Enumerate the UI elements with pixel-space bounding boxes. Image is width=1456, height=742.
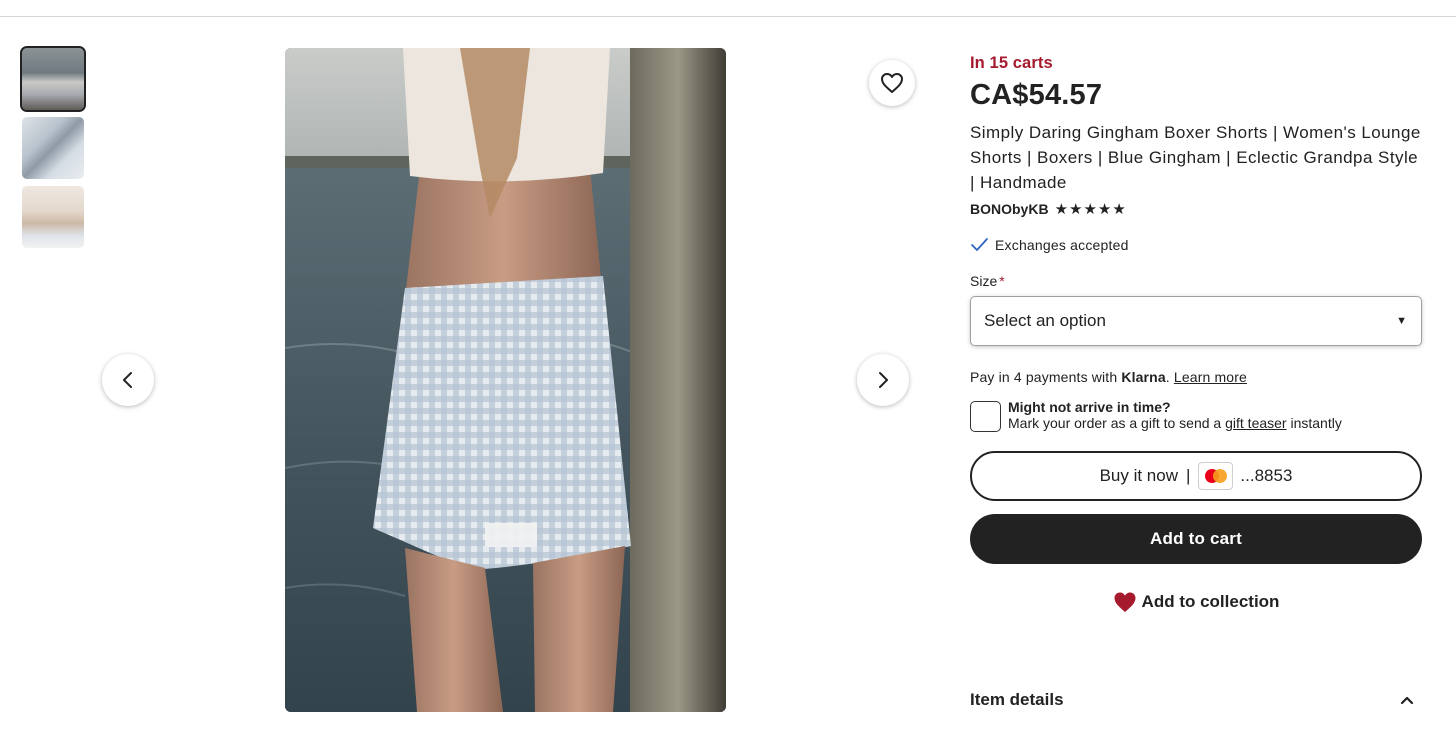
size-select[interactable]: Select an option ▼ (970, 296, 1422, 346)
learn-more-link[interactable]: Learn more (1174, 369, 1247, 385)
product-main-image (285, 48, 726, 712)
add-to-cart-button[interactable]: Add to cart (970, 514, 1422, 564)
gift-suffix: instantly (1286, 415, 1342, 431)
next-image-button[interactable] (857, 354, 909, 406)
heart-outline-icon (881, 73, 903, 93)
exchanges-row: Exchanges accepted (970, 237, 1422, 253)
mastercard-icon (1198, 462, 1234, 490)
buy-now-label: Buy it now (1099, 466, 1178, 485)
gift-text: Might not arrive in time? Mark your orde… (1008, 399, 1342, 432)
chevron-right-icon (879, 372, 888, 388)
klarna-prefix: Pay in 4 payments with (970, 369, 1122, 385)
thumbnail-1[interactable] (20, 46, 86, 112)
exchanges-text: Exchanges accepted (995, 237, 1129, 253)
chevron-left-icon (123, 372, 132, 388)
size-select-value: Select an option (984, 311, 1106, 330)
favorite-button[interactable] (869, 60, 915, 106)
gift-teaser-link[interactable]: gift teaser (1225, 415, 1286, 431)
previous-image-button[interactable] (102, 354, 154, 406)
add-to-collection-button[interactable]: Add to collection (970, 591, 1422, 613)
header-divider (0, 16, 1456, 17)
buy-now-separator: | (1186, 466, 1191, 485)
gift-checkbox[interactable] (970, 401, 1001, 432)
checkmark-icon (971, 238, 988, 251)
price: CA$54.57 (970, 79, 1103, 111)
gift-heading: Might not arrive in time? (1008, 399, 1171, 415)
thumbnail-3[interactable] (22, 186, 84, 248)
star-icon: ★ (1097, 200, 1112, 218)
gift-row: Might not arrive in time? Mark your orde… (970, 399, 1422, 432)
klarna-brand: Klarna (1121, 369, 1166, 385)
in-carts-badge: In 15 carts (970, 54, 1053, 72)
size-label-text: Size (970, 273, 998, 289)
chevron-up-icon (1400, 696, 1414, 705)
thumbnail-2[interactable] (22, 117, 84, 179)
product-title: Simply Daring Gingham Boxer Shorts | Wom… (970, 123, 1421, 192)
shop-name-link[interactable]: BONObyKB (970, 201, 1049, 217)
thumbnail-strip (20, 46, 86, 255)
star-icon: ★ (1112, 200, 1126, 218)
item-details-label: Item details (970, 690, 1064, 709)
gift-description: Mark your order as a gift to send a gift… (1008, 415, 1342, 431)
heart-filled-icon (1114, 592, 1136, 612)
star-icon: ★ (1083, 200, 1097, 218)
caret-down-icon: ▼ (1396, 315, 1407, 327)
add-to-collection-label: Add to collection (1141, 592, 1280, 611)
rating-stars: ★ ★ ★ ★ ★ (1055, 202, 1127, 217)
required-mark: * (999, 273, 1005, 289)
klarna-suffix: . (1165, 369, 1174, 385)
gift-prefix: Mark your order as a gift to send a (1008, 415, 1226, 431)
card-last-digits: ...8853 (1240, 466, 1293, 485)
star-icon: ★ (1069, 200, 1083, 218)
star-icon: ★ (1054, 200, 1069, 218)
shop-row: BONObyKB ★ ★ ★ ★ ★ (970, 201, 1422, 217)
item-details-toggle[interactable]: Item details (970, 690, 1422, 710)
product-panel: In 15 carts CA$54.57 Simply Daring Gingh… (970, 54, 1422, 613)
buy-now-button[interactable]: Buy it now | ...8853 (970, 451, 1422, 501)
klarna-row: Pay in 4 payments with Klarna. Learn mor… (970, 369, 1422, 385)
size-label: Size * (970, 273, 1422, 289)
